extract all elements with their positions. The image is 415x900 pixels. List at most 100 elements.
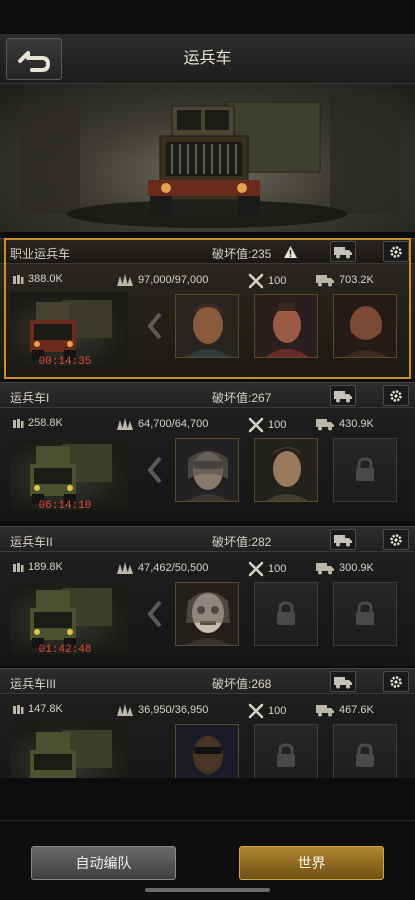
truck-graphic (30, 300, 112, 360)
auto-formation-button[interactable]: 自动编队 (31, 846, 176, 880)
march-timer: 06:14:10 (38, 500, 92, 512)
hero-slot-1[interactable] (175, 294, 239, 358)
capacity-value: 300.9K (339, 562, 374, 574)
gear-icon (390, 389, 402, 402)
power-stat: 258.8K (12, 417, 63, 429)
power-value: 147.8K (28, 703, 63, 715)
cargo-truck-icon (316, 563, 334, 575)
capacity-stat: 430.9K (315, 417, 374, 431)
truck-icon (334, 390, 352, 402)
hero-slot-2-locked[interactable] (254, 724, 318, 778)
power-value: 258.8K (28, 417, 63, 429)
settings-button[interactable] (383, 241, 409, 262)
hero-portrait (334, 295, 396, 357)
power-stat: 147.8K (12, 703, 63, 715)
ammo-icon (13, 419, 24, 428)
load-stat: 64,700/64,700 (116, 417, 208, 431)
page-title: 运兵车 (183, 50, 232, 67)
repair-value: 100 (268, 419, 287, 431)
troops-icon (117, 418, 133, 430)
hero-slot-2[interactable] (254, 438, 318, 502)
truck-info-button[interactable] (330, 529, 356, 550)
truck-info-button[interactable] (330, 671, 356, 692)
truck-card-body: 388.0K 97,000/97,000 100 703.2K 00:14:35 (0, 264, 415, 378)
hero-portrait (176, 295, 238, 357)
hero-slot-2-locked[interactable] (254, 582, 318, 646)
capacity-value: 467.6K (339, 704, 374, 716)
load-value: 47,462/50,500 (138, 562, 209, 574)
gear-icon (390, 533, 402, 546)
truck-graphic (30, 444, 112, 504)
troops-icon (117, 704, 133, 716)
bottom-bar: 自动编队 世界 (0, 820, 415, 900)
hero-portrait (176, 583, 238, 645)
damage-value: 破坏值:235 (212, 247, 272, 261)
power-stat: 189.8K (12, 561, 63, 573)
power-value: 189.8K (28, 561, 63, 573)
settings-button[interactable] (383, 529, 409, 550)
truck-icon (334, 676, 352, 688)
truck-image[interactable] (10, 722, 128, 778)
truck-graphic (30, 588, 112, 648)
hero-slot-3-locked[interactable] (333, 582, 397, 646)
back-button[interactable] (6, 38, 62, 80)
truck-card-4[interactable]: 运兵车III 破坏值:268 147.8K 36,950/36,950 100 … (0, 668, 415, 778)
repair-value: 100 (268, 563, 287, 575)
load-value: 36,950/36,950 (138, 704, 209, 716)
load-stat: 47,462/50,500 (116, 561, 208, 575)
truck-card-body: 189.8K 47,462/50,500 100 300.9K 01:42:48 (0, 552, 415, 666)
truck-card-header: 运兵车III 破坏值:268 (0, 668, 415, 694)
gear-icon (390, 675, 402, 688)
hero-portrait (176, 439, 238, 501)
truck-card-body: 147.8K 36,950/36,950 100 467.6K (0, 694, 415, 778)
capacity-stat: 300.9K (315, 561, 374, 575)
lock-icon (277, 601, 295, 625)
truck-image[interactable] (10, 436, 128, 510)
title-bar: 运兵车 (0, 34, 415, 84)
truck-image[interactable] (10, 580, 128, 654)
load-value: 97,000/97,000 (138, 274, 209, 286)
hero-portrait (255, 439, 317, 501)
truck-card-header: 运兵车I 破坏值:267 (0, 382, 415, 408)
hero-slot-2[interactable] (254, 294, 318, 358)
truck-info-button[interactable] (330, 385, 356, 406)
hero-slot-3[interactable] (333, 294, 397, 358)
cargo-truck-icon (316, 275, 334, 287)
settings-button[interactable] (383, 671, 409, 692)
warning-icon[interactable] (283, 245, 298, 259)
home-indicator (145, 888, 270, 892)
hero-slot-3-locked[interactable] (333, 724, 397, 778)
settings-button[interactable] (383, 385, 409, 406)
chevron-left-icon (147, 456, 162, 484)
ammo-icon (13, 705, 24, 714)
hero-portrait (255, 295, 317, 357)
ammo-icon (13, 275, 24, 284)
lock-icon (356, 457, 374, 481)
vehicle-banner (0, 84, 415, 232)
cargo-truck-icon (316, 419, 334, 431)
lock-icon (356, 601, 374, 625)
gear-icon (390, 245, 402, 258)
capacity-value: 703.2K (339, 274, 374, 286)
hero-slot-1[interactable] (175, 582, 239, 646)
repair-value: 100 (268, 705, 287, 717)
world-button[interactable]: 世界 (239, 846, 384, 880)
truck-name: 运兵车III (10, 677, 57, 691)
capacity-stat: 703.2K (315, 273, 374, 287)
truck-card-body: 258.8K 64,700/64,700 100 430.9K 06:14:10 (0, 408, 415, 522)
banner-truck-image (20, 94, 400, 228)
hero-slot-1[interactable] (175, 724, 239, 778)
truck-info-button[interactable] (330, 241, 356, 262)
hero-slot-3-locked[interactable] (333, 438, 397, 502)
truck-card-header: 职业运兵车 破坏值:235 (0, 238, 415, 264)
damage-value: 破坏值:282 (212, 535, 272, 549)
hero-portrait (176, 725, 238, 778)
hero-slot-1[interactable] (175, 438, 239, 502)
damage-value: 破坏值:267 (212, 391, 272, 405)
chevron-left-icon (147, 600, 162, 628)
repair-value: 100 (268, 275, 287, 287)
truck-image[interactable] (10, 292, 128, 366)
load-stat: 97,000/97,000 (116, 273, 208, 287)
load-value: 64,700/64,700 (138, 418, 209, 430)
repair-stat: 100 (248, 703, 286, 719)
